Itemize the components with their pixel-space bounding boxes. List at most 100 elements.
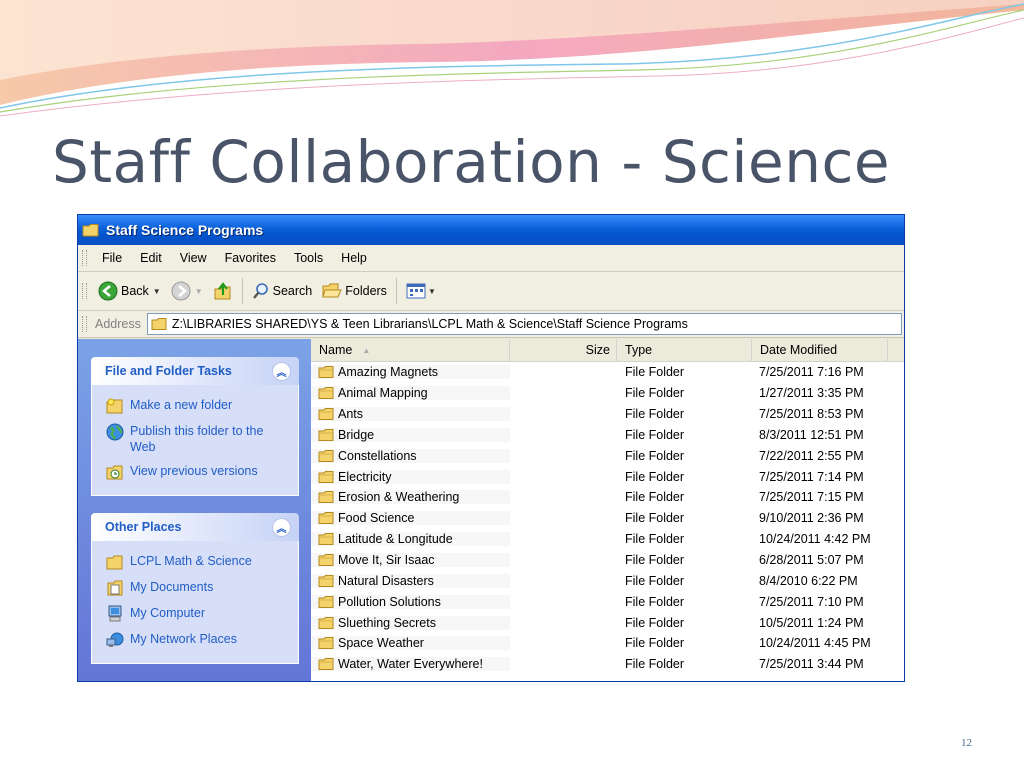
other-places-body: LCPL Math & Science My Documents My Comp…: [91, 541, 299, 664]
folders-label: Folders: [345, 284, 387, 298]
toolbar-grip[interactable]: [82, 316, 87, 332]
file-name-cell[interactable]: Amazing Magnets: [311, 365, 510, 380]
file-date: 7/25/2011 7:16 PM: [759, 365, 864, 380]
toolbar-separator: [395, 278, 397, 304]
folder-icon: [318, 387, 334, 400]
toolbar-grip[interactable]: [82, 283, 87, 299]
folders-button[interactable]: Folders: [317, 276, 392, 306]
file-row[interactable]: Space Weather File Folder 10/24/2011 4:45 …: [311, 633, 904, 654]
file-row[interactable]: Constellations File Folder 7/22/2011 2:55 …: [311, 445, 904, 466]
file-type: File Folder: [625, 427, 685, 442]
file-name-cell[interactable]: Ants: [311, 407, 510, 422]
menu-tools[interactable]: Tools: [285, 251, 332, 265]
file-row[interactable]: Water, Water Everywhere! File Folder 7/25/…: [311, 654, 904, 675]
file-folder-tasks-panel: File and Folder Tasks ︽ Make a new folde…: [91, 357, 299, 496]
file-row[interactable]: Electricity File Folder 7/25/2011 7:14 PM: [311, 466, 904, 487]
file-name: Bridge: [338, 427, 375, 442]
file-row[interactable]: Latitude & Longitude File Folder 10/24/201…: [311, 529, 904, 550]
place-my-computer[interactable]: My Computer: [106, 605, 288, 623]
column-header-size[interactable]: Size: [510, 339, 617, 361]
file-folder-tasks-header[interactable]: File and Folder Tasks ︽: [91, 357, 299, 385]
file-name-cell[interactable]: Move It, Sir Isaac: [311, 553, 510, 568]
file-row[interactable]: Erosion & Weathering File Folder 7/25/2011…: [311, 487, 904, 508]
forward-button[interactable]: ▼: [166, 276, 208, 306]
file-row[interactable]: Food Science File Folder 9/10/2011 2:36 PM: [311, 508, 904, 529]
chevron-down-icon[interactable]: ▼: [428, 287, 436, 296]
file-date: 8/4/2010 6:22 PM: [759, 573, 858, 588]
task-label: View previous versions: [130, 464, 258, 478]
folder-icon: [318, 470, 334, 483]
file-name-cell[interactable]: Pollution Solutions: [311, 594, 510, 609]
file-type: File Folder: [625, 386, 685, 401]
slide-title: Staff Collaboration - Science: [52, 128, 891, 196]
file-row[interactable]: Sluething Secrets File Folder 10/5/2011 1:…: [311, 612, 904, 633]
file-name: Electricity: [338, 469, 392, 484]
chevron-down-icon[interactable]: ▼: [195, 287, 203, 296]
file-date: 10/24/2011 4:45 PM: [759, 636, 871, 651]
file-name-cell[interactable]: Bridge: [311, 427, 510, 442]
task-view-previous-versions[interactable]: View previous versions: [106, 463, 288, 481]
panel-title: File and Folder Tasks: [105, 364, 232, 378]
menu-edit[interactable]: Edit: [131, 251, 171, 265]
globe-icon: [106, 423, 124, 441]
back-button[interactable]: Back ▼: [93, 276, 166, 306]
decorative-banner: [0, 0, 1024, 117]
file-row[interactable]: Amazing Magnets File Folder 7/25/2011 7:16…: [311, 362, 904, 383]
file-row[interactable]: Move It, Sir Isaac File Folder 6/28/2011 5…: [311, 550, 904, 571]
file-name-cell[interactable]: Electricity: [311, 469, 510, 484]
file-name-cell[interactable]: Natural Disasters: [311, 573, 510, 588]
file-name-cell[interactable]: Sluething Secrets: [311, 615, 510, 630]
file-name-cell[interactable]: Water, Water Everywhere!: [311, 657, 510, 672]
address-path: Z:\LIBRARIES SHARED\YS & Teen Librarians…: [171, 317, 688, 331]
toolbar-separator: [241, 278, 243, 304]
file-name-cell[interactable]: Food Science: [311, 511, 510, 526]
up-folder-icon: [214, 282, 231, 300]
file-row[interactable]: Natural Disasters File Folder 8/4/2010 6:2…: [311, 570, 904, 591]
file-name-cell[interactable]: Latitude & Longitude: [311, 532, 510, 547]
task-publish-to-web[interactable]: Publish this folder to the Web: [106, 423, 288, 455]
file-type: File Folder: [625, 636, 685, 651]
window-titlebar[interactable]: Staff Science Programs: [78, 215, 904, 245]
views-button[interactable]: ▼: [401, 276, 441, 306]
file-name-cell[interactable]: Space Weather: [311, 636, 510, 651]
menu-file[interactable]: File: [93, 251, 131, 265]
folder-icon: [318, 637, 334, 650]
folder-icon: [318, 554, 334, 567]
toolbar-grip[interactable]: [82, 250, 87, 266]
file-row[interactable]: Bridge File Folder 8/3/2011 12:51 PM: [311, 425, 904, 446]
file-row[interactable]: Pollution Solutions File Folder 7/25/2011 …: [311, 591, 904, 612]
file-row[interactable]: Ants File Folder 7/25/2011 8:53 PM: [311, 404, 904, 425]
menu-favorites[interactable]: Favorites: [216, 251, 285, 265]
standard-toolbar: Back ▼ ▼ Search Folders ▼: [78, 272, 904, 311]
place-lcpl-math-science[interactable]: LCPL Math & Science: [106, 553, 288, 571]
file-name-cell[interactable]: Animal Mapping: [311, 386, 510, 401]
file-date: 7/25/2011 8:53 PM: [759, 407, 864, 422]
search-button[interactable]: Search: [247, 276, 318, 306]
address-label: Address: [95, 317, 141, 331]
back-arrow-icon: [98, 281, 118, 301]
other-places-header[interactable]: Other Places ︽: [91, 513, 299, 541]
collapse-chevron-icon[interactable]: ︽: [272, 361, 291, 381]
menu-view[interactable]: View: [171, 251, 216, 265]
column-header-name[interactable]: Name ▲: [311, 339, 510, 361]
file-type: File Folder: [625, 469, 685, 484]
place-my-network-places[interactable]: My Network Places: [106, 631, 288, 649]
address-input[interactable]: Z:\LIBRARIES SHARED\YS & Teen Librarians…: [146, 313, 902, 335]
menu-help[interactable]: Help: [332, 251, 376, 265]
place-my-documents[interactable]: My Documents: [106, 579, 288, 597]
file-name-cell[interactable]: Constellations: [311, 448, 510, 463]
slide-number: 12: [961, 737, 972, 749]
file-row[interactable]: Animal Mapping File Folder 1/27/2011 3:35 …: [311, 383, 904, 404]
file-type: File Folder: [625, 407, 685, 422]
file-name-cell[interactable]: Erosion & Weathering: [311, 490, 510, 505]
file-type: File Folder: [625, 490, 685, 505]
folder-icon: [318, 658, 334, 671]
task-make-new-folder[interactable]: Make a new folder: [106, 397, 288, 415]
file-date: 10/24/2011 4:42 PM: [759, 532, 871, 547]
chevron-down-icon[interactable]: ▼: [153, 287, 161, 296]
column-header-date[interactable]: Date Modified: [752, 339, 888, 361]
file-type: File Folder: [625, 553, 685, 568]
collapse-chevron-icon[interactable]: ︽: [272, 517, 291, 537]
up-folder-button[interactable]: [208, 276, 238, 306]
column-header-type[interactable]: Type: [617, 339, 752, 361]
